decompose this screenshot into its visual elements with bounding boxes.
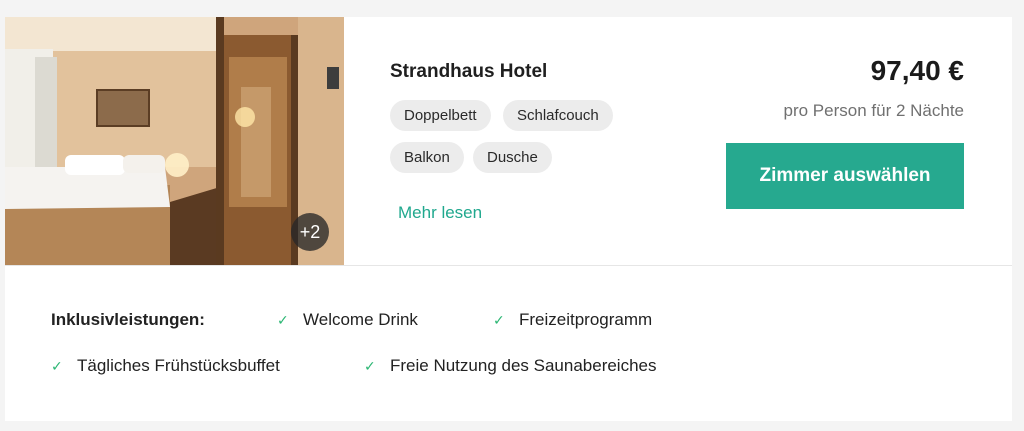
divider bbox=[5, 265, 1012, 266]
inclusion-item: ✓ Welcome Drink bbox=[277, 310, 418, 330]
check-icon: ✓ bbox=[51, 357, 63, 374]
room-offer-card: +2 Strandhaus Hotel Doppelbett Schlafcou… bbox=[5, 17, 1012, 421]
inclusion-label: Freie Nutzung des Saunabereiches bbox=[390, 356, 657, 375]
tag-doppelbett: Doppelbett bbox=[390, 100, 491, 131]
tag-schlafcouch: Schlafcouch bbox=[503, 100, 613, 131]
room-offer-top: +2 Strandhaus Hotel Doppelbett Schlafcou… bbox=[5, 17, 1012, 265]
room-photo[interactable]: +2 bbox=[5, 17, 344, 265]
check-icon: ✓ bbox=[364, 357, 376, 374]
room-title: Strandhaus Hotel bbox=[390, 61, 548, 82]
inclusion-item: ✓ Freie Nutzung des Saunabereiches bbox=[364, 356, 657, 376]
inclusion-label: Freizeitprogramm bbox=[519, 310, 653, 329]
tag-balkon: Balkon bbox=[390, 142, 464, 173]
inclusion-label: Welcome Drink bbox=[303, 310, 418, 329]
read-more-link[interactable]: Mehr lesen bbox=[398, 203, 482, 223]
price-note: pro Person für 2 Nächte bbox=[783, 101, 964, 120]
tag-dusche: Dusche bbox=[473, 142, 552, 173]
more-photos-badge[interactable]: +2 bbox=[291, 213, 329, 251]
inclusion-item: ✓ Freizeitprogramm bbox=[493, 310, 652, 330]
inclusions-label: Inklusivleistungen: bbox=[51, 310, 205, 329]
select-room-button[interactable]: Zimmer auswählen bbox=[726, 143, 964, 209]
inclusion-item: ✓ Tägliches Frühstücksbuffet bbox=[51, 356, 280, 376]
check-icon: ✓ bbox=[493, 311, 505, 328]
price: 97,40 € bbox=[870, 55, 964, 86]
inclusion-label: Tägliches Frühstücksbuffet bbox=[77, 356, 280, 375]
check-icon: ✓ bbox=[277, 311, 289, 328]
